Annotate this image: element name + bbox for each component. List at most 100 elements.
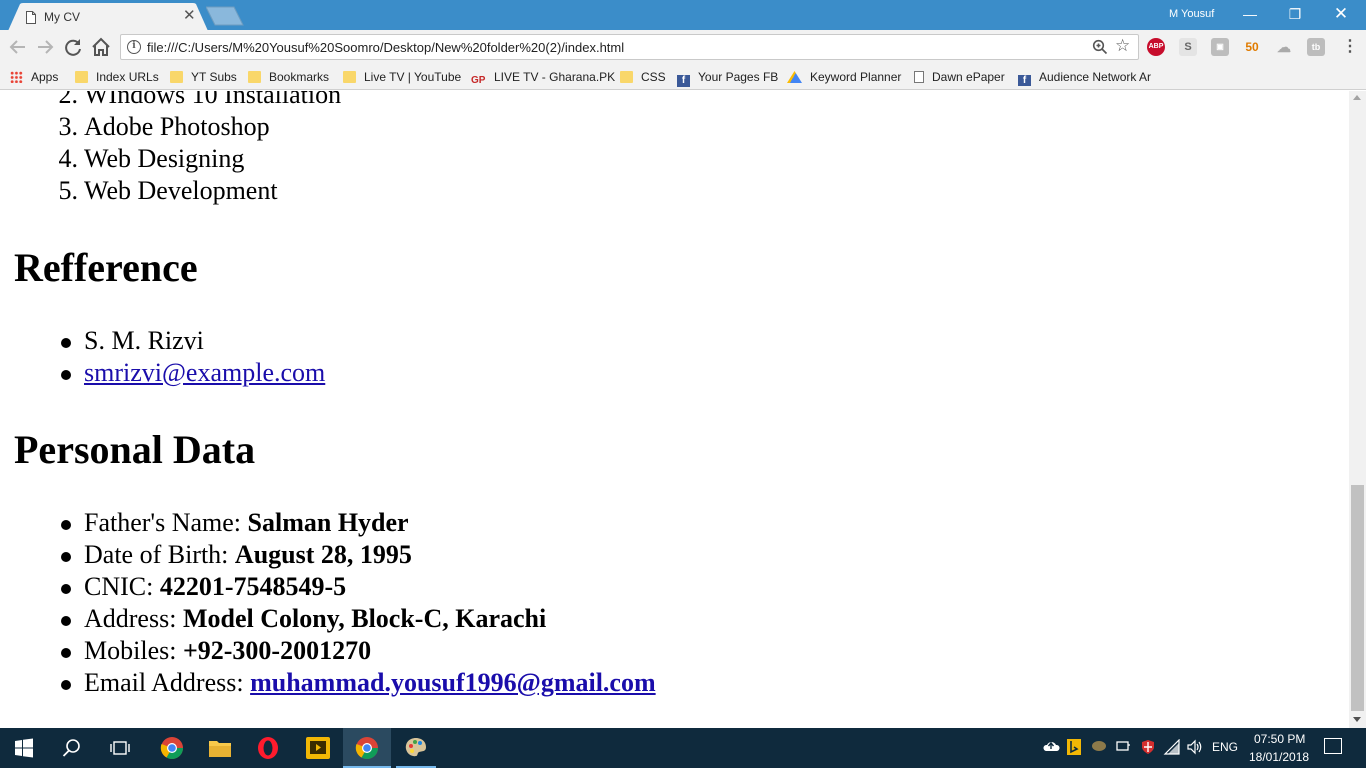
reference-email-link[interactable]: smrizvi@example.com: [84, 358, 325, 388]
s-extension-icon[interactable]: S: [1179, 38, 1197, 56]
security-shield-icon[interactable]: [1140, 739, 1156, 757]
task-view-button[interactable]: [96, 728, 144, 768]
tray-app-icon[interactable]: [1091, 739, 1107, 757]
bookmark-label: Audience Network Ar: [1039, 70, 1152, 84]
taskbar-opera[interactable]: [244, 728, 292, 768]
windows-logo-icon: [15, 738, 33, 758]
bookmark-live-tv-youtube[interactable]: Live TV | YouTube: [343, 68, 461, 86]
bullet-icon: [61, 370, 71, 380]
folder-icon: [170, 71, 183, 83]
gp-icon: GP: [471, 75, 486, 86]
scrollbar-thumb[interactable]: [1351, 485, 1364, 711]
page-content: 2. WIndows 10 Installation 3. Adobe Phot…: [0, 91, 1349, 728]
address-label: Address:: [84, 604, 183, 633]
bookmark-yt-subs[interactable]: YT Subs: [170, 68, 237, 86]
bookmark-css[interactable]: CSS: [620, 68, 666, 86]
bookmark-audience-network[interactable]: f Audience Network Ar: [1018, 68, 1154, 86]
folder-icon: [343, 71, 356, 83]
cnic-label: CNIC:: [84, 572, 160, 601]
mobile-label: Mobiles:: [84, 636, 183, 665]
language-indicator[interactable]: ENG: [1212, 740, 1238, 754]
forward-icon[interactable]: [34, 36, 56, 58]
skill-text: Web Designing: [84, 144, 245, 173]
bookmark-index-urls[interactable]: Index URLs: [75, 68, 159, 86]
adwords-icon: [787, 71, 802, 83]
bullet-icon: [61, 616, 71, 626]
scroll-down-arrow-icon[interactable]: [1353, 717, 1361, 722]
tab-shape: [8, 3, 208, 31]
notification-center-icon[interactable]: [1324, 738, 1342, 754]
father-value: Salman Hyder: [247, 508, 409, 537]
search-button[interactable]: [48, 728, 96, 768]
taskbar-file-explorer[interactable]: [196, 728, 244, 768]
address-row: Address: Model Colony, Block-C, Karachi: [84, 604, 546, 634]
taskbar-chrome-active[interactable]: [343, 728, 391, 768]
paint-palette-icon: [405, 738, 426, 757]
profile-name[interactable]: M Yousuf: [1169, 8, 1214, 20]
close-window-button[interactable]: ✕: [1318, 0, 1364, 28]
bookmark-label: YT Subs: [191, 70, 237, 84]
page-icon: [26, 11, 36, 24]
volume-icon[interactable]: [1186, 739, 1204, 757]
reference-heading: Refference: [14, 245, 198, 290]
bookmark-label: Live TV | YouTube: [364, 70, 462, 84]
apps-grid-icon: [10, 71, 23, 83]
bookmarks-bar: Apps Index URLs YT Subs Bookmarks Live T…: [0, 64, 1366, 90]
bookmark-keyword-planner[interactable]: Keyword Planner: [787, 68, 901, 86]
tab-my-cv[interactable]: My CV ✕: [8, 3, 208, 31]
camera-extension-icon[interactable]: ▣: [1211, 38, 1229, 56]
clock-date[interactable]: 18/01/2018: [1249, 750, 1309, 764]
onedrive-icon[interactable]: [1042, 739, 1060, 757]
tb-extension-icon[interactable]: tb: [1307, 38, 1325, 56]
orange-extension-icon[interactable]: 50: [1243, 38, 1261, 56]
tab-title: My CV: [44, 10, 80, 24]
dob-value: August 28, 1995: [234, 540, 412, 569]
search-icon: [62, 739, 80, 757]
bullet-icon: [61, 648, 71, 658]
home-icon[interactable]: [90, 36, 112, 58]
address-value: Model Colony, Block-C, Karachi: [182, 604, 547, 633]
back-icon[interactable]: [7, 36, 29, 58]
taskbar-media-app[interactable]: [294, 728, 342, 768]
chrome-icon: [355, 737, 378, 759]
list-number: 5.: [58, 176, 79, 205]
personal-data-heading: Personal Data: [14, 427, 256, 472]
list-number: 2.: [58, 91, 79, 109]
bookmark-your-pages-fb[interactable]: f Your Pages FB: [677, 68, 778, 87]
zoom-icon[interactable]: [1092, 39, 1108, 55]
skill-text: WIndows 10 Installation: [84, 91, 342, 109]
taskbar-chrome-gp[interactable]: [148, 728, 196, 768]
taskbar-paint[interactable]: [392, 728, 440, 768]
url-text[interactable]: file:///C:/Users/M%20Yousuf%20Soomro/Des…: [147, 40, 624, 55]
cloud-extension-icon[interactable]: ☁: [1275, 38, 1293, 56]
bookmark-label: Apps: [31, 70, 59, 84]
scroll-up-arrow-icon[interactable]: [1353, 95, 1361, 100]
mobile-row: Mobiles: +92-300-2001270: [84, 636, 371, 666]
dob-row: Date of Birth: August 28, 1995: [84, 540, 412, 570]
info-icon[interactable]: i: [127, 40, 141, 54]
vertical-scrollbar[interactable]: [1349, 91, 1366, 728]
new-tab-button[interactable]: [206, 6, 244, 26]
bookmark-apps[interactable]: Apps: [10, 68, 58, 86]
father-name-row: Father's Name: Salman Hyder: [84, 508, 409, 538]
minimize-button[interactable]: —: [1227, 0, 1273, 28]
clock-time[interactable]: 07:50 PM: [1254, 732, 1305, 746]
bing-icon[interactable]: [1067, 739, 1081, 757]
address-bar[interactable]: i file:///C:/Users/M%20Yousuf%20Soomro/D…: [120, 34, 1139, 60]
adblock-plus-icon[interactable]: ABP: [1147, 38, 1165, 56]
close-tab-icon[interactable]: ✕: [183, 8, 196, 24]
bookmark-bookmarks[interactable]: Bookmarks: [248, 68, 329, 86]
facebook-icon: f: [1018, 75, 1031, 86]
bookmark-star-icon[interactable]: ☆: [1115, 36, 1130, 56]
menu-icon[interactable]: ⋮: [1342, 38, 1358, 56]
wifi-icon[interactable]: [1163, 738, 1181, 757]
start-button[interactable]: [0, 728, 48, 768]
bookmark-live-tv-gharana[interactable]: GP LIVE TV - Gharana.PK: [471, 68, 615, 86]
reload-icon[interactable]: [62, 36, 84, 58]
folder-icon: [248, 71, 261, 83]
email-link[interactable]: muhammad.yousuf1996@gmail.com: [250, 668, 656, 697]
tray-device-icon[interactable]: [1115, 739, 1131, 757]
restore-button[interactable]: ❐: [1272, 0, 1318, 28]
skill-text: Adobe Photoshop: [84, 112, 270, 141]
bookmark-dawn-epaper[interactable]: Dawn ePaper: [914, 68, 1005, 86]
